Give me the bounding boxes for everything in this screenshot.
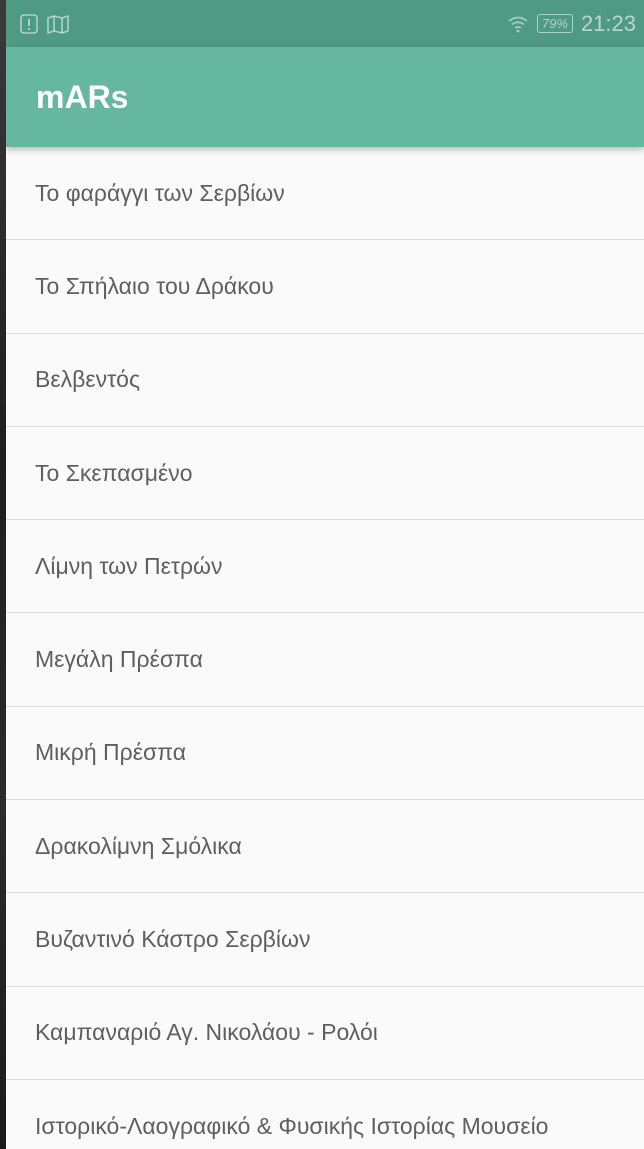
list-item[interactable]: Δρακολίμνη Σμόλικα — [6, 800, 644, 894]
list-item-label: Μεγάλη Πρέσπα — [35, 646, 203, 673]
battery-percent: 79% — [541, 16, 568, 31]
list-item-label: Βυζαντινό Κάστρο Σερβίων — [35, 926, 311, 953]
list-item[interactable]: Βυζαντινό Κάστρο Σερβίων — [6, 893, 644, 987]
list-item[interactable]: Μικρή Πρέσπα — [6, 706, 644, 801]
list-item-label: Το φαράγγι των Σερβίων — [35, 179, 285, 206]
list-item-label: Λίμνη των Πετρών — [35, 552, 223, 579]
status-bar-left — [20, 13, 70, 34]
list-item[interactable]: Μεγάλη Πρέσπα — [6, 613, 644, 707]
list-item[interactable]: Καμπαναριό Αγ. Νικολάου - Ρολόι — [6, 986, 644, 1080]
alert-icon — [20, 13, 38, 34]
list-item-label: Βελβεντός — [35, 366, 141, 393]
places-list: Το φαράγγι των Σερβίων Το Σπήλαιο του Δρ… — [6, 147, 644, 1149]
app-title: mARs — [36, 78, 129, 115]
list-item[interactable]: Το Σπήλαιο του Δράκου — [6, 240, 644, 334]
list-item-label: Το Σπήλαιο του Δράκου — [35, 272, 274, 299]
wifi-icon — [507, 15, 529, 33]
list-item-label: Καμπαναριό Αγ. Νικολάου - Ρολόι — [35, 1019, 378, 1046]
list-item[interactable]: Το Σκεπασμένο — [6, 426, 644, 521]
app-bar: mARs — [6, 47, 644, 147]
list-item[interactable]: Το φαράγγι των Σερβίων — [6, 147, 644, 241]
list-item-label: Το Σκεπασμένο — [35, 459, 193, 486]
battery-icon: 79% — [536, 14, 573, 33]
list-item[interactable]: Λίμνη των Πετρών — [6, 520, 644, 614]
list-item-label: Δρακολίμνη Σμόλικα — [35, 832, 242, 859]
status-bar: 79% 21:23 — [6, 0, 644, 47]
status-bar-right: 79% 21:23 — [507, 11, 636, 37]
map-icon — [46, 14, 70, 34]
list-item[interactable]: Ιστορικό-Λαογραφικό & Φυσικής Ιστορίας Μ… — [6, 1079, 644, 1149]
status-clock: 21:23 — [580, 10, 636, 36]
list-item-label: Ιστορικό-Λαογραφικό & Φυσικής Ιστορίας Μ… — [35, 1112, 549, 1139]
list-item[interactable]: Βελβεντός — [6, 333, 644, 427]
phone-screen: 79% 21:23 mARs Το φαράγγι των Σερβίων Το… — [6, 0, 644, 1149]
list-item-label: Μικρή Πρέσπα — [35, 739, 187, 766]
